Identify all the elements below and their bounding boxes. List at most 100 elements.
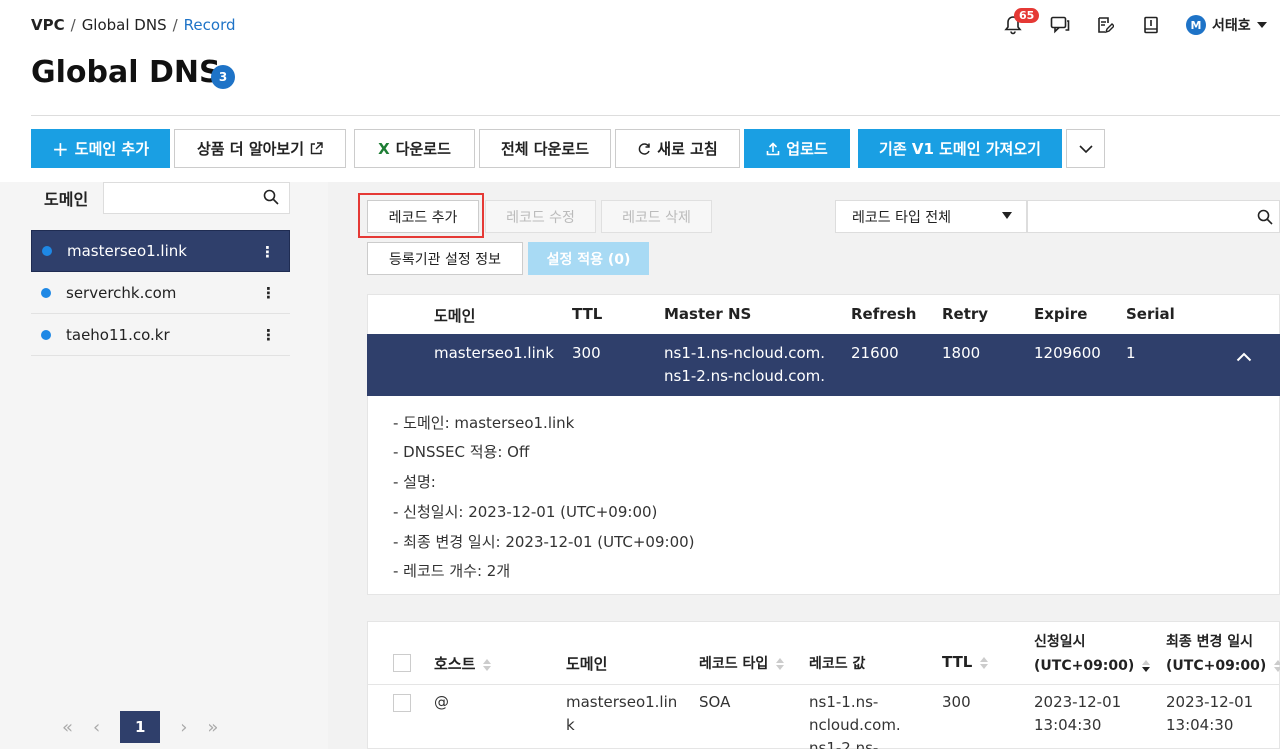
col-master-ns: Master NS <box>664 305 752 323</box>
search-icon[interactable] <box>263 189 279 209</box>
breadcrumb-global-dns[interactable]: Global DNS <box>82 16 167 34</box>
record-type-select[interactable]: 레코드 타입 전체 <box>835 200 1027 233</box>
domain-search-input[interactable] <box>103 182 290 214</box>
delete-record-button[interactable]: 레코드 삭제 <box>601 200 712 233</box>
prev-page-icon[interactable]: ‹ <box>93 717 100 738</box>
sort-icon <box>483 658 492 671</box>
edit-note-icon[interactable] <box>1094 14 1116 36</box>
status-dot-icon <box>41 287 51 298</box>
edit-record-button[interactable]: 레코드 수정 <box>485 200 596 233</box>
domain-list-item[interactable]: taeho11.co.kr ⋮ <box>31 314 290 356</box>
detail-created: - 신청일시: 2023-12-01 (UTC+09:00) <box>393 503 658 521</box>
excel-icon: X <box>378 139 390 158</box>
cell-ns1: ns1-1.ns-ncloud.com. <box>664 344 826 362</box>
breadcrumb-vpc[interactable]: VPC <box>31 16 65 34</box>
col-serial: Serial <box>1126 305 1175 323</box>
apply-settings-button[interactable]: 설정 적용 (0) <box>528 242 649 275</box>
breadcrumb-separator: / <box>70 16 76 34</box>
record-search-input[interactable] <box>1027 200 1280 233</box>
notification-badge: 65 <box>1014 8 1040 23</box>
detail-modified: - 최종 변경 일시: 2023-12-01 (UTC+09:00) <box>393 533 695 551</box>
col-record-ttl[interactable]: TTL <box>942 653 989 671</box>
add-domain-button[interactable]: + 도메인 추가 <box>31 129 170 168</box>
col-refresh: Refresh <box>851 305 917 323</box>
domain-list-item[interactable]: masterseo1.link ⋮ <box>31 230 290 272</box>
cell-refresh: 21600 <box>851 344 899 362</box>
detail-record-count: - 레코드 개수: 2개 <box>393 562 511 580</box>
cell-record-ttl: 300 <box>942 693 971 711</box>
row-checkbox[interactable] <box>393 694 411 712</box>
divider <box>367 684 1280 685</box>
kebab-menu-icon[interactable]: ⋮ <box>260 243 275 261</box>
kebab-menu-icon[interactable]: ⋮ <box>261 284 276 302</box>
domain-name: taeho11.co.kr <box>66 325 170 344</box>
domain-name: masterseo1.link <box>67 242 187 260</box>
col-record-domain: 도메인 <box>566 655 608 673</box>
cell-modified: 2023-12-01 13:04:30 <box>1166 693 1254 734</box>
divider <box>31 115 1280 116</box>
refresh-icon <box>639 142 651 155</box>
learn-more-button[interactable]: 상품 더 알아보기 <box>174 129 346 168</box>
breadcrumb-record[interactable]: Record <box>184 16 236 34</box>
sort-icon <box>980 656 989 669</box>
download-all-button[interactable]: 전체 다운로드 <box>479 129 611 168</box>
registrar-info-button[interactable]: 등록기관 설정 정보 <box>367 242 523 275</box>
upload-button[interactable]: 업로드 <box>744 129 850 168</box>
page-title: Global DNS <box>31 55 221 90</box>
select-all-checkbox[interactable] <box>393 654 411 672</box>
cell-host: @ <box>434 693 449 711</box>
refresh-button[interactable]: 새로 고침 <box>615 129 740 168</box>
search-icon[interactable] <box>1257 209 1273 229</box>
book-icon[interactable] <box>1140 14 1162 36</box>
status-dot-icon <box>42 246 52 256</box>
download-button[interactable]: X 다운로드 <box>354 129 475 168</box>
col-expire: Expire <box>1034 305 1088 323</box>
breadcrumb-separator: / <box>172 16 178 34</box>
cell-record-type: SOA <box>699 693 731 711</box>
cell-ttl: 300 <box>572 344 601 362</box>
col-record-value: 레코드 값 <box>809 656 866 672</box>
col-ttl: TTL <box>572 305 603 323</box>
avatar: M <box>1186 15 1206 35</box>
user-name: 서태호 <box>1212 18 1251 34</box>
first-page-icon[interactable]: « <box>62 717 73 738</box>
next-page-icon[interactable]: › <box>180 717 187 738</box>
user-menu[interactable]: M 서태호 <box>1186 15 1267 35</box>
kebab-menu-icon[interactable]: ⋮ <box>261 326 276 344</box>
sort-icon <box>1274 660 1280 672</box>
chevron-up-icon[interactable] <box>1236 347 1252 366</box>
col-record-type[interactable]: 레코드 타입 <box>699 653 785 673</box>
add-record-button[interactable]: 레코드 추가 <box>367 200 479 233</box>
cell-retry: 1800 <box>942 344 981 362</box>
col-domain: 도메인 <box>434 307 476 325</box>
col-retry: Retry <box>942 305 989 323</box>
domain-panel-label: 도메인 <box>44 190 89 209</box>
last-page-icon[interactable]: » <box>207 717 218 738</box>
cell-ns2: ns1-2.ns-ncloud.com. <box>664 367 826 385</box>
chat-icon[interactable] <box>1049 14 1071 36</box>
sort-icon <box>776 658 785 670</box>
col-host[interactable]: 호스트 <box>434 653 492 674</box>
col-created[interactable]: 신청일시 (UTC+09:00) <box>1034 630 1151 678</box>
breadcrumb: VPC / Global DNS / Record <box>31 16 236 34</box>
cell-created: 2023-12-01 13:04:30 <box>1034 693 1122 734</box>
detail-description: - 설명: <box>393 473 436 491</box>
import-v1-button[interactable]: 기존 V1 도메인 가져오기 <box>858 129 1062 168</box>
col-modified[interactable]: 최종 변경 일시 (UTC+09:00) <box>1166 630 1280 678</box>
domain-list-item[interactable]: serverchk.com ⋮ <box>31 272 290 314</box>
domain-list: masterseo1.link ⋮ serverchk.com ⋮ taeho1… <box>31 230 290 356</box>
cell-record-domain: masterseo1.lin k <box>566 693 678 734</box>
page-number[interactable]: 1 <box>120 711 161 743</box>
domain-name: serverchk.com <box>66 283 177 302</box>
cell-serial: 1 <box>1126 344 1136 362</box>
more-toolbar-button[interactable] <box>1066 129 1105 168</box>
plus-icon: + <box>52 136 69 161</box>
sort-desc-icon <box>1142 660 1151 672</box>
cell-expire: 1209600 <box>1034 344 1101 362</box>
chevron-down-icon <box>1078 144 1093 153</box>
detail-domain: - 도메인: masterseo1.link <box>393 414 575 432</box>
cell-record-value: ns1-1.ns- ncloud.com. ns1-2.ns- <box>809 693 901 749</box>
upload-icon <box>766 141 780 155</box>
status-dot-icon <box>41 329 51 340</box>
caret-down-icon <box>1256 22 1267 28</box>
